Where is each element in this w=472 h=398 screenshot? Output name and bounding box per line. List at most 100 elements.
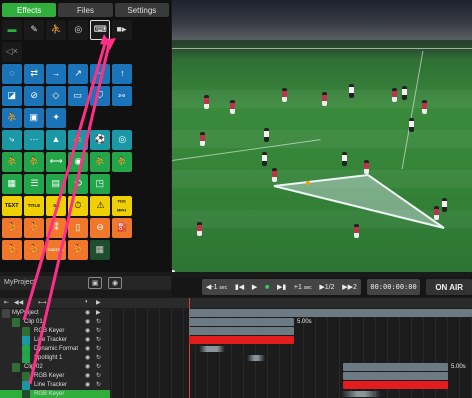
rotate-tool[interactable]: ⟲ <box>68 174 88 194</box>
eye-icon[interactable]: ◉ <box>85 363 90 370</box>
player-glow-tool[interactable]: ⛹ <box>24 218 44 238</box>
track-row[interactable]: RGB Keyer ◉ ↻ <box>0 372 110 381</box>
expand-icon[interactable]: ⟷ <box>38 299 47 306</box>
player-cutout-tool[interactable]: ⛹ <box>46 20 66 40</box>
figure-tool[interactable]: ✦ <box>46 108 66 128</box>
track-row[interactable]: Clip 02 ◉ ↻ <box>0 363 110 372</box>
video-preview[interactable] <box>172 0 472 272</box>
spotlight-tool[interactable]: ◎ <box>68 20 88 40</box>
path-tool[interactable]: ⤷ <box>2 130 22 150</box>
effect-bar[interactable] <box>189 327 294 335</box>
net-tool[interactable]: ▤ <box>46 174 66 194</box>
visibility-icon[interactable]: ◐ <box>85 299 89 305</box>
scoreboard-text-tool[interactable]: 0 1 <box>46 196 66 216</box>
lock-icon[interactable]: ▶ <box>96 299 101 306</box>
effect-bar[interactable] <box>343 381 448 389</box>
eye-icon[interactable]: ◉ <box>85 354 90 361</box>
player-tag-tool[interactable]: ⛹ <box>2 240 22 260</box>
warning-tool[interactable]: ⚠ <box>90 196 110 216</box>
score-tool[interactable]: 2-0 <box>112 86 132 106</box>
ring-tool[interactable]: ◎ <box>112 130 132 150</box>
card-tool[interactable]: ▯ <box>68 218 88 238</box>
video-tool[interactable]: ■▸ <box>112 20 132 40</box>
step-back-button[interactable]: ▮◀ <box>235 283 244 291</box>
slow-motion-button[interactable]: ▶1/2 <box>319 283 334 291</box>
forward-1sec-button[interactable]: +1 sec <box>294 284 312 291</box>
track-row[interactable]: RGB Keyer ◉ ↻ <box>0 327 110 336</box>
player-highlight-tool[interactable]: ⛹ <box>2 218 22 238</box>
player-move-tool[interactable]: ⛹ <box>2 108 22 128</box>
pitch-tool[interactable]: ◳ <box>90 174 110 194</box>
tactics-board-tool[interactable]: ▦ <box>90 240 110 260</box>
target-tool[interactable]: ◉ <box>68 152 88 172</box>
collapse-icon[interactable]: ⇤ <box>4 299 9 306</box>
audio-mute-tool[interactable]: ◁× <box>2 42 22 62</box>
goal-tool[interactable]: ⛽ <box>112 218 132 238</box>
track-row[interactable]: Line Tracker ◉ ↻ <box>0 336 110 345</box>
zoom-box-tool[interactable]: ◪ <box>2 86 22 106</box>
area-tool[interactable]: ◇ <box>46 86 66 106</box>
loop-icon[interactable]: ↻ <box>96 381 101 388</box>
group-tool[interactable]: ⁑ <box>46 218 66 238</box>
tackle-tool[interactable]: ⛹ <box>90 152 110 172</box>
loop-icon[interactable]: ↻ <box>96 345 101 352</box>
loop-icon[interactable]: ↻ <box>96 372 101 379</box>
double-arrow-tool[interactable]: ⇄ <box>24 64 44 84</box>
timer-tool[interactable]: ⏱ <box>68 196 88 216</box>
play-icon[interactable]: ▶ <box>96 309 101 316</box>
eye-icon[interactable]: ◉ <box>85 318 90 325</box>
camera-angle-tool[interactable]: ⊖ <box>90 218 110 238</box>
tab-effects[interactable]: Effects <box>2 3 57 17</box>
track-row[interactable]: Dynamic Format ◉ ↻ <box>0 345 110 354</box>
timeline-tracks-area[interactable]: 5.00s 5.00s <box>111 298 472 398</box>
loop-icon[interactable]: ↻ <box>96 327 101 334</box>
shield-tool[interactable]: ⛉ <box>90 86 110 106</box>
step-forward-button[interactable]: ▶▮ <box>277 283 286 291</box>
play-button[interactable]: ▶ <box>252 283 257 291</box>
on-air-button[interactable]: ON AIR <box>426 279 472 295</box>
cone-tool[interactable]: ▲ <box>46 130 66 150</box>
fast-forward-button[interactable]: ▶▶2 <box>342 283 357 291</box>
lineup-tool[interactable]: ⛹ <box>68 240 88 260</box>
keyframe-bar[interactable] <box>199 346 225 352</box>
up-arrow-tool[interactable]: ↑ <box>112 64 132 84</box>
save-button[interactable]: ▣ <box>88 277 102 289</box>
clip-bar[interactable] <box>189 318 294 326</box>
effect-bar[interactable] <box>189 336 294 344</box>
frame-tool[interactable]: ▣ <box>24 108 44 128</box>
track-row[interactable]: RGB Keyer <box>0 390 110 398</box>
curved-arrow-tool[interactable]: ↗ <box>68 64 88 84</box>
sprint-tool[interactable]: ⛹ <box>112 152 132 172</box>
player-shadow-tool[interactable]: ⛹ <box>68 130 88 150</box>
circle-tool[interactable]: ◌ <box>2 64 22 84</box>
rewind-icon[interactable]: ◀◀ <box>14 299 23 306</box>
effect-bar[interactable] <box>343 372 448 380</box>
kick-tool[interactable]: ⚽ <box>90 130 110 150</box>
arrow-tool[interactable]: → <box>46 64 66 84</box>
formation-tool[interactable]: ▦ <box>2 174 22 194</box>
custom-tool[interactable]: CUSTOM <box>46 240 66 260</box>
track-row[interactable]: Clip 01 ◉ ↻ <box>0 318 110 327</box>
snapshot-button[interactable]: ◉ <box>108 277 122 289</box>
dashed-arrow-tool[interactable]: ⇢ <box>90 64 110 84</box>
eye-icon[interactable]: ◉ <box>85 381 90 388</box>
player-ring-tool[interactable]: ⛹ <box>24 152 44 172</box>
text-tool[interactable]: TEXT <box>2 196 22 216</box>
eye-icon[interactable]: ◉ <box>85 345 90 352</box>
clip-bar[interactable] <box>189 309 472 317</box>
highlighter-tool[interactable]: ▬ <box>2 20 22 40</box>
track-row[interactable]: MyProject ◉ ▶ <box>0 309 110 318</box>
clip-bar[interactable] <box>343 363 448 371</box>
stop-button[interactable]: ■ <box>265 284 269 291</box>
title-tool[interactable]: TITLE <box>24 196 44 216</box>
loop-icon[interactable]: ↻ <box>96 363 101 370</box>
pass-line-tool[interactable]: ⋯ <box>24 130 44 150</box>
draw-tool[interactable]: ✎ <box>24 20 44 40</box>
track-row[interactable]: Spotlight 1 ◉ ↻ <box>0 354 110 363</box>
tab-settings[interactable]: Settings <box>114 3 169 17</box>
scoreboard-tool[interactable]: ▭ <box>68 86 88 106</box>
eye-icon[interactable]: ◉ <box>85 372 90 379</box>
speed-tool[interactable]: YDS MPH <box>112 196 132 216</box>
keyframe-bar[interactable] <box>341 391 381 397</box>
tab-files[interactable]: Files <box>58 3 113 17</box>
